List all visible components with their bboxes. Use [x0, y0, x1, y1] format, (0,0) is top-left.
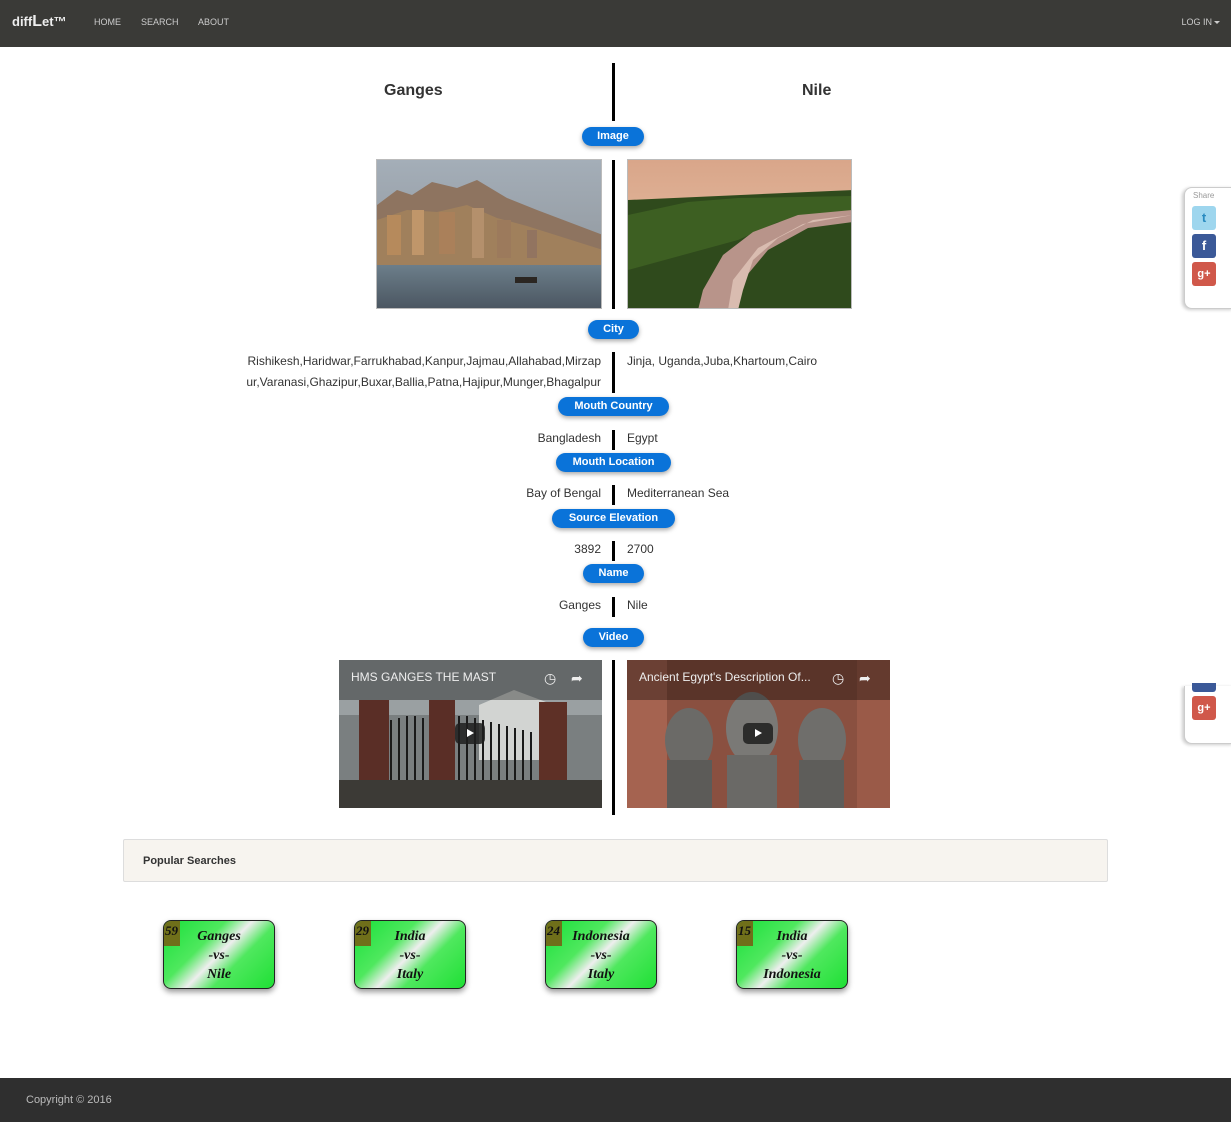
facebook-icon[interactable] [1192, 683, 1216, 692]
popular-search-card[interactable]: 24 Indonesia -vs- Italy [545, 920, 657, 989]
center-divider [612, 597, 615, 617]
nav-about-link[interactable]: ABOUT [198, 17, 229, 27]
popular-search-card[interactable]: 15 India -vs- Indonesia [736, 920, 848, 989]
center-divider [612, 541, 615, 561]
city-left-line-2: ur,Varanasi,Ghazipur,Buxar,Ballia,Patna,… [246, 375, 601, 389]
share-arrow-icon[interactable]: ➦ [859, 670, 871, 687]
ganges-video-title[interactable]: HMS GANGES THE MAST [351, 670, 496, 684]
mouth-country-left-value: Bangladesh [537, 431, 601, 445]
card-left-item: India [394, 929, 426, 944]
center-divider [612, 660, 615, 815]
section-label-mouth-location: Mouth Location [556, 453, 671, 472]
share-sidebar-duplicate: g+ [1184, 683, 1231, 744]
popular-searches-panel: Popular Searches [123, 839, 1108, 882]
share-label: Share [1193, 191, 1215, 200]
mouth-location-left-value: Bay of Bengal [526, 486, 601, 500]
ganges-video-player[interactable]: HMS GANGES THE MAST ◷ ➦ [339, 660, 602, 808]
brand-prefix: diff [12, 14, 33, 29]
section-label-name: Name [583, 564, 644, 583]
page-footer: Copyright © 2016 [0, 1078, 1231, 1122]
section-label-city: City [588, 320, 639, 339]
top-navbar: diffLet™ HOME SEARCH ABOUT LOG IN [0, 0, 1231, 47]
source-elevation-right-value: 2700 [627, 542, 654, 556]
section-label-image: Image [582, 127, 644, 146]
nav-search-link[interactable]: SEARCH [141, 17, 179, 27]
name-left-value: Ganges [558, 598, 601, 612]
ganges-image [376, 159, 602, 309]
card-left-item: Ganges [197, 929, 241, 944]
nile-image [627, 159, 852, 309]
nile-video-title[interactable]: Ancient Egypt's Description Of... [639, 670, 811, 684]
nile-video-player[interactable]: Ancient Egypt's Description Of... ◷ ➦ [627, 660, 890, 808]
popular-searches-heading: Popular Searches [143, 855, 236, 867]
popular-search-card[interactable]: 59 Ganges -vs- Nile [163, 920, 275, 989]
section-label-video: Video [583, 628, 644, 647]
center-divider [612, 485, 615, 505]
share-sidebar: Share t f g+ [1184, 187, 1231, 309]
facebook-icon[interactable]: f [1192, 234, 1216, 258]
card-vs: -vs- [781, 948, 803, 963]
login-label: LOG IN [1181, 17, 1212, 27]
play-button[interactable] [455, 723, 485, 744]
right-item-title: Nile [802, 82, 832, 99]
card-right-item: Italy [396, 967, 424, 982]
watch-later-icon[interactable]: ◷ [832, 670, 844, 687]
center-divider [612, 63, 615, 121]
popular-search-card[interactable]: 29 India -vs- Italy [354, 920, 466, 989]
card-right-item: Indonesia [763, 967, 821, 982]
card-vs: -vs- [208, 948, 230, 963]
share-arrow-icon[interactable]: ➦ [571, 670, 583, 687]
mouth-country-right-value: Egypt [627, 431, 658, 445]
city-left-value: Rishikesh,Haridwar,Farrukhabad,Kanpur,Ja… [246, 351, 601, 393]
login-dropdown[interactable]: LOG IN [1181, 17, 1220, 27]
twitter-icon[interactable]: t [1192, 206, 1216, 230]
brand-suffix: et™ [42, 14, 67, 29]
card-right-item: Nile [206, 967, 232, 982]
section-label-mouth-country: Mouth Country [558, 397, 669, 416]
card-left-item: India [776, 929, 808, 944]
source-elevation-left-value: 3892 [574, 542, 601, 556]
card-vs: -vs- [590, 948, 612, 963]
center-divider [612, 160, 615, 309]
city-left-line-1: Rishikesh,Haridwar,Farrukhabad,Kanpur,Ja… [247, 354, 601, 368]
caret-down-icon [1214, 21, 1220, 25]
mouth-location-right-value: Mediterranean Sea [627, 486, 730, 500]
copyright-text: Copyright © 2016 [26, 1094, 112, 1106]
nav-home-link[interactable]: HOME [94, 17, 121, 27]
city-right-value: Jinja, Uganda,Juba,Khartoum,Cairo [627, 354, 818, 368]
center-divider [612, 352, 615, 393]
play-button[interactable] [743, 723, 773, 744]
brand-logo[interactable]: diffLet™ [12, 13, 67, 31]
card-vs: -vs- [399, 948, 421, 963]
brand-big-letter: L [32, 13, 42, 30]
section-label-source-elevation: Source Elevation [552, 509, 675, 528]
left-item-title: Ganges [384, 82, 443, 99]
google-plus-icon[interactable]: g+ [1192, 696, 1216, 720]
card-left-item: Indonesia [572, 929, 630, 944]
card-right-item: Italy [587, 967, 615, 982]
watch-later-icon[interactable]: ◷ [544, 670, 556, 687]
name-right-value: Nile [627, 598, 648, 612]
google-plus-icon[interactable]: g+ [1192, 262, 1216, 286]
center-divider [612, 430, 615, 450]
